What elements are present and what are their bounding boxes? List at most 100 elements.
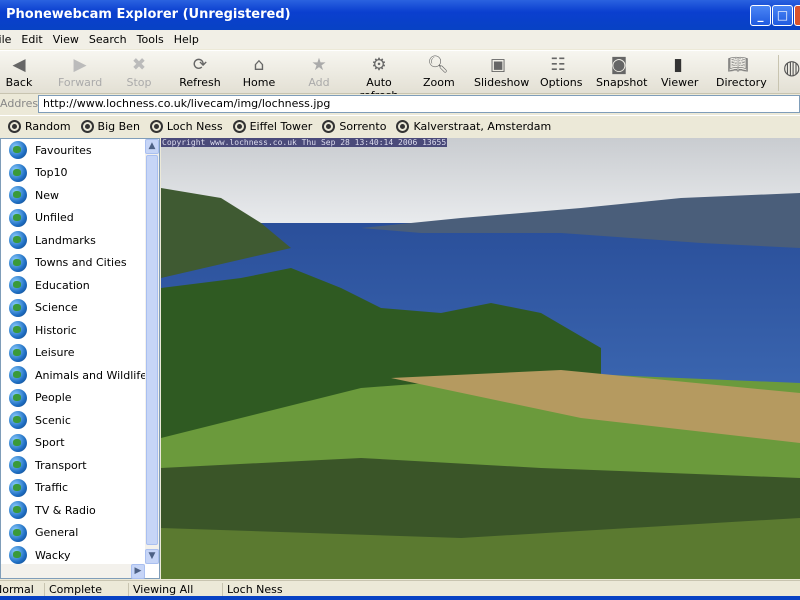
back-arrow-icon: ◀ [12,55,26,75]
sidebar-item-label: Science [35,301,78,315]
refresh-icon: ⟳ [192,55,208,75]
menu-bar: File Edit View Search Tools Help [0,30,800,49]
globe-icon [9,343,27,362]
globe-icon [9,366,27,385]
sidebar-item-science[interactable]: Science [1,297,159,320]
sidebar-item-scenic[interactable]: Scenic [1,409,159,432]
sidebar-item-historic[interactable]: Historic [1,319,159,342]
globe-icon [9,321,27,340]
sidebar-item-new[interactable]: New [1,184,159,207]
link-kalverstraat[interactable]: Kalverstraat, Amsterdam [396,116,551,137]
refresh-button[interactable]: ⟳ Refresh [178,54,222,89]
sidebar-item-unfiled[interactable]: Unfiled [1,207,159,230]
maximize-button[interactable]: □ [772,5,793,26]
taskbar-edge [0,596,800,600]
image-timestamp: Copyright www.lochness.co.uk Thu Sep 28 … [161,138,448,147]
sidebar-item-label: Top10 [35,166,68,180]
globe-icon [9,141,27,160]
sidebar-item-label: Towns and Cities [35,256,127,270]
slideshow-button[interactable]: ▣ Slideshow [474,54,529,89]
close-button[interactable]: × [794,5,800,26]
globe-icon [9,523,27,542]
sidebar-item-transport[interactable]: Transport [1,454,159,477]
gear-icon: ⚙ [371,55,387,75]
scroll-up-button[interactable]: ▲ [145,139,159,154]
link-big-ben[interactable]: Big Ben [80,116,140,137]
globe-icon [9,433,27,452]
link-eiffel-tower[interactable]: Eiffel Tower [232,116,312,137]
forward-arrow-icon: ▶ [73,55,87,75]
scroll-down-button[interactable]: ▼ [145,549,159,564]
sidebar-item-label: Leisure [35,346,75,360]
zoom-button[interactable]: 🔍︎ Zoom [423,54,455,89]
toolbar: ◀ Back ▶ Forward ✖ Stop ⟳ Refresh ⌂ Home ★ Add… [0,50,800,102]
horizontal-scrollbar[interactable]: ▶ [1,564,145,579]
viewer-button[interactable]: ▮ Viewer [661,54,698,89]
menu-edit[interactable]: Edit [16,30,47,49]
magnifier-icon: 🔍︎ [427,55,449,75]
sidebar-item-education[interactable]: Education [1,274,159,297]
status-mode: Normal [0,583,34,596]
globe-icon [9,411,27,430]
add-button[interactable]: ★ Add [306,54,332,89]
sidebar-item-favourites[interactable]: Favourites [1,139,159,162]
address-input[interactable]: http://www.lochness.co.uk/livecam/img/lo… [38,95,800,113]
status-view: Viewing All [128,583,193,597]
link-random[interactable]: Random [8,116,71,137]
sidebar-item-label: TV & Radio [35,503,96,517]
options-button[interactable]: ☷ Options [540,54,582,89]
globe-icon [9,478,27,497]
menu-help[interactable]: Help [169,30,204,49]
scroll-right-button[interactable]: ▶ [131,564,145,579]
options-icon: ☷ [550,55,566,75]
globe-icon [9,456,27,475]
link-sorrento[interactable]: Sorrento [322,116,386,137]
sidebar-item-people[interactable]: People [1,387,159,410]
vertical-scrollbar[interactable]: ▲ ▼ [145,139,159,564]
sidebar-item-label: People [35,391,72,405]
menu-view[interactable]: View [48,30,84,49]
sidebar-item-label: Animals and Wildlife [35,368,147,382]
back-button[interactable]: ◀ Back [4,54,34,89]
directory-button[interactable]: 📖︎ Directory [716,54,767,89]
webcam-icon [232,120,246,133]
phone-icon: ▮ [673,55,683,75]
sidebar-item-label: Historic [35,323,77,337]
home-button[interactable]: ⌂ Home [242,54,276,89]
link-loch-ness[interactable]: Loch Ness [149,116,223,137]
webcam-icon [8,120,21,133]
status-bar: Normal Complete Viewing All Loch Ness [0,580,800,597]
sidebar-item-general[interactable]: General [1,522,159,545]
menu-tools[interactable]: Tools [132,30,169,49]
globe-icon [9,546,27,565]
sidebar-item-traffic[interactable]: Traffic [1,477,159,500]
sidebar-item-label: Sport [35,436,65,450]
stop-icon: ✖ [131,55,147,75]
stop-button[interactable]: ✖ Stop [124,54,154,89]
window-title: Phonewebcam Explorer (Unregistered) [6,7,291,22]
sidebar-item-top10[interactable]: Top10 [1,162,159,185]
sidebar-item-label: Scenic [35,413,71,427]
sidebar-item-label: Favourites [35,143,92,157]
sidebar-item-leisure[interactable]: Leisure [1,342,159,365]
category-sidebar: Favourites Top10 New Unfiled Landmarks Towns … [0,138,160,579]
sidebar-item-label: Wacky [35,548,71,562]
sidebar-item-sport[interactable]: Sport [1,432,159,455]
sidebar-item-label: Unfiled [35,211,74,225]
forward-button[interactable]: ▶ Forward [58,54,102,89]
sidebar-item-label: Landmarks [35,233,96,247]
sidebar-item-towns-and-cities[interactable]: Towns and Cities [1,252,159,275]
menu-file[interactable]: File [0,30,16,49]
sidebar-item-landmarks[interactable]: Landmarks [1,229,159,252]
sidebar-item-label: Traffic [35,481,69,495]
snapshot-button[interactable]: ◙ Snapshot [596,54,647,89]
scrollbar-thumb[interactable] [146,155,158,545]
minimize-button[interactable]: _ [750,5,771,26]
sidebar-item-label: Education [35,278,90,292]
links-bar: Random Big Ben Loch Ness Eiffel Tower So… [0,115,800,137]
menu-search[interactable]: Search [84,30,132,49]
webcam-icon [149,120,163,133]
sidebar-item-animals-and-wildlife[interactable]: Animals and Wildlife [1,364,159,387]
sidebar-item-label: Transport [35,458,87,472]
sidebar-item-tv-radio[interactable]: TV & Radio [1,499,159,522]
